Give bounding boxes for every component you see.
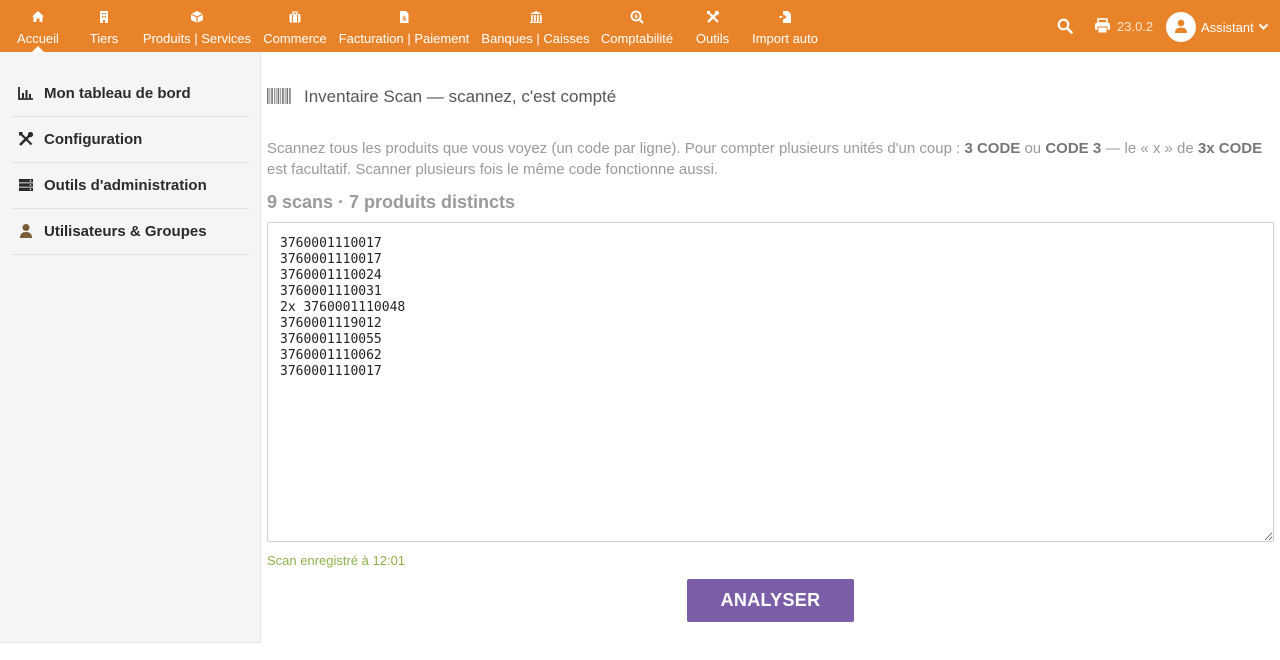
tools-icon [19, 131, 34, 146]
search-dollar-icon: $ [630, 10, 644, 24]
instructions-part: — le « x » de [1101, 140, 1198, 157]
menu-item-commerce[interactable]: Commerce [260, 0, 330, 52]
user-menu-name[interactable]: Assistant [1201, 20, 1254, 35]
menu-item-outils[interactable]: Outils [690, 0, 735, 52]
instructions-keyword: 3 CODE [964, 140, 1021, 157]
server-icon [19, 179, 33, 191]
instructions-part: ou [1020, 140, 1046, 157]
barcode-icon [267, 88, 291, 104]
sidebar-item-utilisateurs-groupes[interactable]: Utilisateurs & Groupes [11, 209, 249, 255]
sidebar-item-configuration[interactable]: Configuration [11, 117, 249, 163]
save-status: Scan enregistré à 12:01 [267, 553, 406, 568]
menu-item-tiers[interactable]: Tiers [80, 0, 128, 52]
scan-textarea[interactable]: 3760001110017 3760001110017 376000111002… [267, 222, 1274, 542]
analyze-button[interactable]: ANALYSER [687, 579, 854, 622]
version-label: 23.0.2 [1117, 19, 1154, 34]
user-icon [20, 224, 32, 238]
file-import-icon [779, 11, 791, 23]
chart-bar-icon [18, 87, 33, 100]
invoice-icon: $ [400, 11, 409, 23]
main-content: Inventaire Scan — scannez, c'est compté … [261, 52, 1280, 660]
search-icon[interactable] [1057, 18, 1073, 34]
instructions-keyword: 3x CODE [1197, 140, 1263, 157]
avatar[interactable] [1166, 12, 1196, 42]
building-icon [100, 11, 108, 23]
menu-item-banques-caisses[interactable]: Banques | Caisses [478, 0, 593, 52]
scan-stats: 9 scans · 7 produits distincts [267, 192, 516, 212]
home-icon [32, 11, 44, 22]
menu-item-accueil[interactable]: Accueil [10, 0, 66, 52]
user-icon [1175, 19, 1187, 33]
briefcase-icon [289, 11, 301, 23]
sidebar-item-tableau-de-bord[interactable]: Mon tableau de bord [11, 71, 249, 117]
top-navbar: Accueil Tiers Produits | Services Commer… [0, 0, 1280, 52]
sidebar-item-outils-administration[interactable]: Outils d'administration [11, 163, 249, 209]
svg-text:$: $ [402, 16, 406, 23]
instructions-part: Scannez tous les produits que vous voyez… [267, 140, 965, 157]
svg-text:$: $ [634, 14, 638, 20]
menu-item-produits-services[interactable]: Produits | Services [140, 0, 254, 52]
chevron-down-icon[interactable] [1258, 23, 1269, 31]
menu-item-comptabilite[interactable]: $ Comptabilité [598, 0, 676, 52]
tools-icon [706, 10, 719, 23]
left-sidebar: Mon tableau de bord Configuration Outils… [0, 52, 261, 643]
menu-item-facturation-paiement[interactable]: $ Facturation | Paiement [336, 0, 472, 52]
print-icon[interactable] [1094, 18, 1111, 34]
instructions-text: Scannez tous les produits que vous voyez… [267, 138, 1272, 180]
page-title: Inventaire Scan — scannez, c'est compté [304, 87, 617, 106]
cube-icon [190, 11, 204, 23]
instructions-part: est facultatif. Scanner plusieurs fois l… [267, 161, 719, 178]
menu-item-import-auto[interactable]: Import auto [748, 0, 822, 52]
bank-icon [529, 11, 542, 23]
instructions-keyword: CODE 3 [1045, 140, 1102, 157]
